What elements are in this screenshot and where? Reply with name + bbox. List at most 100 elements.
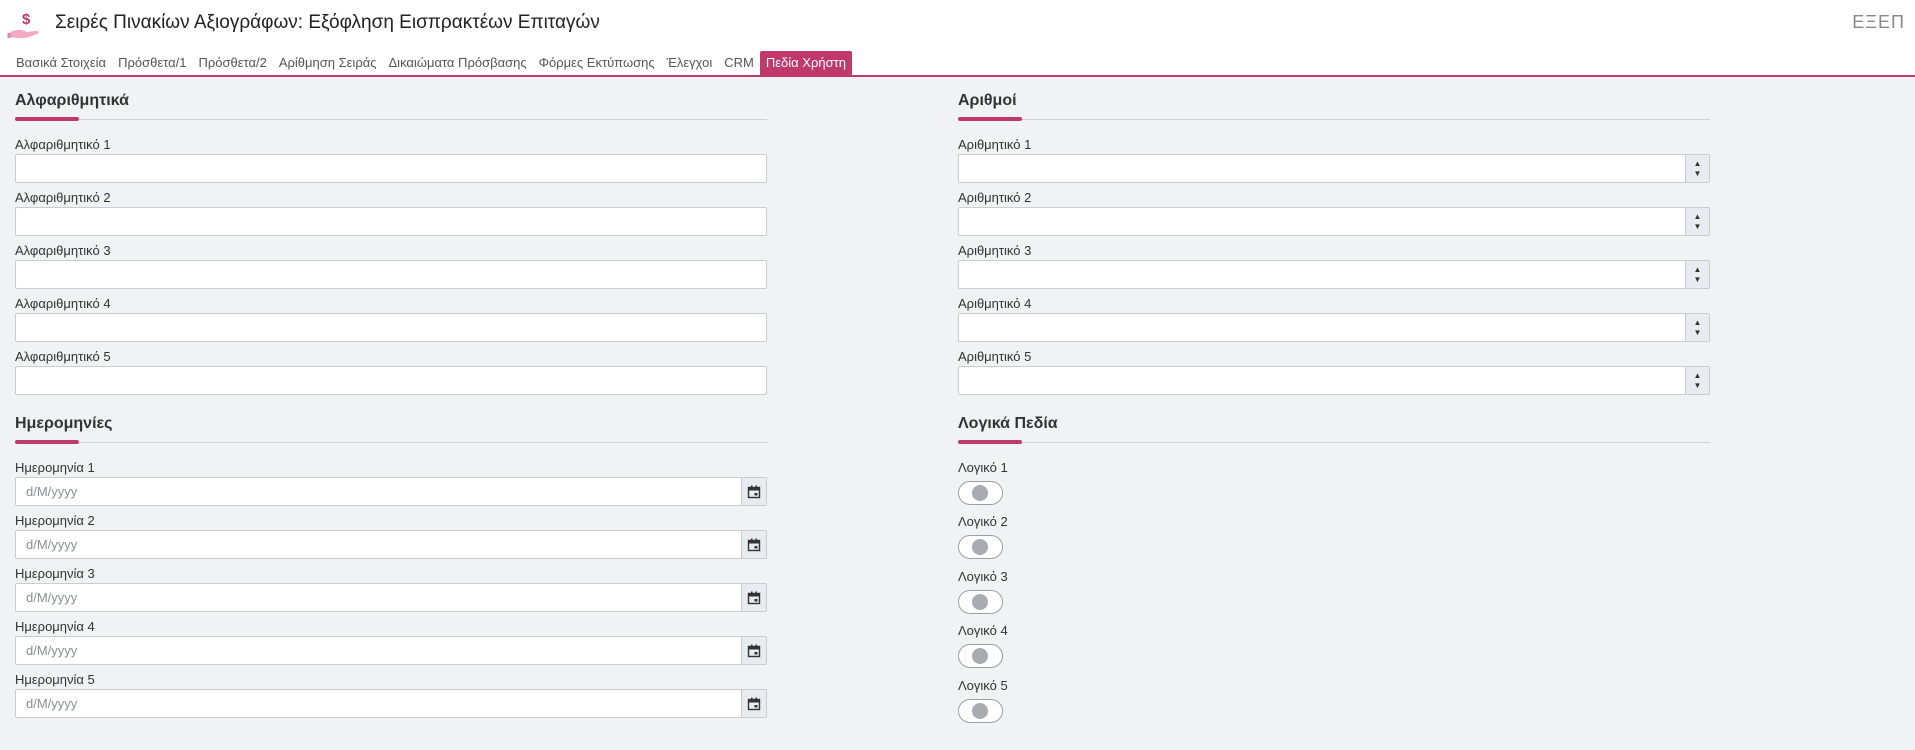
tab-checks[interactable]: Έλεγχοι — [661, 51, 719, 75]
date-placeholder: d/M/yyyy — [26, 590, 78, 605]
toggle-knob — [972, 648, 988, 664]
field-label: Λογικό 2 — [958, 514, 1008, 529]
alphanumeric-4-input[interactable] — [15, 313, 767, 342]
spinner: ▲ ▼ — [1685, 367, 1709, 394]
svg-text:$: $ — [22, 11, 31, 28]
calendar-icon[interactable] — [741, 690, 766, 717]
tab-series-numbering[interactable]: Αρίθμηση Σειράς — [273, 51, 383, 75]
field-label: Αριθμητικό 3 — [958, 243, 1032, 258]
alphanumeric-3-input[interactable] — [15, 260, 767, 289]
spin-down-icon[interactable]: ▼ — [1694, 169, 1702, 179]
tab-print-forms[interactable]: Φόρμες Εκτύπωσης — [533, 51, 661, 75]
numeric-1-input[interactable]: ▲ ▼ — [958, 154, 1710, 183]
field-label: Αριθμητικό 1 — [958, 137, 1032, 152]
toggle-knob — [972, 703, 988, 719]
toggle-knob — [972, 594, 988, 610]
field-label: Αλφαριθμητικό 3 — [15, 243, 111, 258]
spinner: ▲ ▼ — [1685, 314, 1709, 341]
toggle-knob — [972, 539, 988, 555]
spin-up-icon[interactable]: ▲ — [1694, 265, 1702, 275]
alphanumeric-field-4: Αλφαριθμητικό 4 — [15, 295, 767, 342]
numbers-section: Αριθμοί Αριθμητικό 1 ▲ ▼ Αριθμητικό 2 ▲ … — [958, 90, 1710, 395]
date-field-4: Ημερομηνία 4 d/M/yyyy — [15, 618, 767, 665]
field-label: Λογικό 3 — [958, 569, 1008, 584]
logical-3-toggle[interactable] — [958, 590, 1003, 614]
page-title: Σειρές Πινακίων Αξιογράφων: Εξόφληση Εισ… — [55, 12, 600, 33]
alphanumeric-field-5: Αλφαριθμητικό 5 — [15, 348, 767, 395]
date-1-input[interactable]: d/M/yyyy — [15, 477, 767, 506]
logical-4-toggle[interactable] — [958, 644, 1003, 668]
date-placeholder: d/M/yyyy — [26, 537, 78, 552]
numeric-2-input[interactable]: ▲ ▼ — [958, 207, 1710, 236]
field-label: Ημερομηνία 2 — [15, 513, 95, 528]
date-field-2: Ημερομηνία 2 d/M/yyyy — [15, 512, 767, 559]
spin-up-icon[interactable]: ▲ — [1694, 159, 1702, 169]
tab-crm[interactable]: CRM — [718, 51, 760, 75]
date-field-1: Ημερομηνία 1 d/M/yyyy — [15, 459, 767, 506]
date-placeholder: d/M/yyyy — [26, 696, 78, 711]
numeric-field-4: Αριθμητικό 4 ▲ ▼ — [958, 295, 1710, 342]
section-divider — [958, 440, 1710, 444]
field-label: Ημερομηνία 3 — [15, 566, 95, 581]
date-4-input[interactable]: d/M/yyyy — [15, 636, 767, 665]
logical-2-toggle[interactable] — [958, 535, 1003, 559]
spin-up-icon[interactable]: ▲ — [1694, 371, 1702, 381]
date-placeholder: d/M/yyyy — [26, 484, 78, 499]
alphanumeric-field-2: Αλφαριθμητικό 2 — [15, 189, 767, 236]
tab-additional-1[interactable]: Πρόσθετα/1 — [112, 51, 192, 75]
alphanumeric-5-input[interactable] — [15, 366, 767, 395]
top-bar: $ Σειρές Πινακίων Αξιογράφων: Εξόφληση Ε… — [0, 0, 1915, 48]
numeric-field-3: Αριθμητικό 3 ▲ ▼ — [958, 242, 1710, 289]
tab-access-rights[interactable]: Δικαιώματα Πρόσβασης — [383, 51, 533, 75]
logical-field-2: Λογικό 2 — [958, 513, 1158, 559]
logical-1-toggle[interactable] — [958, 481, 1003, 505]
section-title-numbers: Αριθμοί — [958, 92, 1017, 109]
spin-up-icon[interactable]: ▲ — [1694, 212, 1702, 222]
field-label: Αλφαριθμητικό 1 — [15, 137, 111, 152]
date-2-input[interactable]: d/M/yyyy — [15, 530, 767, 559]
logical-field-5: Λογικό 5 — [958, 677, 1158, 723]
numeric-3-input[interactable]: ▲ ▼ — [958, 260, 1710, 289]
field-label: Ημερομηνία 5 — [15, 672, 95, 687]
spinner: ▲ ▼ — [1685, 208, 1709, 235]
tab-additional-2[interactable]: Πρόσθετα/2 — [192, 51, 272, 75]
field-label: Αλφαριθμητικό 5 — [15, 349, 111, 364]
field-label: Ημερομηνία 4 — [15, 619, 95, 634]
field-label: Λογικό 4 — [958, 623, 1008, 638]
section-divider — [958, 117, 1710, 121]
alphanumeric-2-input[interactable] — [15, 207, 767, 236]
calendar-icon[interactable] — [741, 637, 766, 664]
numeric-5-input[interactable]: ▲ ▼ — [958, 366, 1710, 395]
numeric-field-1: Αριθμητικό 1 ▲ ▼ — [958, 136, 1710, 183]
numeric-4-input[interactable]: ▲ ▼ — [958, 313, 1710, 342]
tab-bar: Βασικά Στοιχεία Πρόσθετα/1 Πρόσθετα/2 Αρ… — [0, 48, 1915, 77]
logical-field-4: Λογικό 4 — [958, 622, 1158, 668]
spin-up-icon[interactable]: ▲ — [1694, 318, 1702, 328]
alphanumeric-section: Αλφαριθμητικά Αλφαριθμητικό 1 Αλφαριθμητ… — [15, 90, 767, 395]
field-label: Αλφαριθμητικό 2 — [15, 190, 111, 205]
logical-5-toggle[interactable] — [958, 699, 1003, 723]
spinner: ▲ ▼ — [1685, 155, 1709, 182]
date-field-5: Ημερομηνία 5 d/M/yyyy — [15, 671, 767, 718]
logical-field-1: Λογικό 1 — [958, 459, 1158, 505]
calendar-icon[interactable] — [741, 531, 766, 558]
numeric-field-2: Αριθμητικό 2 ▲ ▼ — [958, 189, 1710, 236]
tab-basic-info[interactable]: Βασικά Στοιχεία — [10, 51, 112, 75]
section-title-alphanumeric: Αλφαριθμητικά — [15, 92, 129, 109]
alphanumeric-1-input[interactable] — [15, 154, 767, 183]
date-5-input[interactable]: d/M/yyyy — [15, 689, 767, 718]
alphanumeric-field-1: Αλφαριθμητικό 1 — [15, 136, 767, 183]
calendar-icon[interactable] — [741, 478, 766, 505]
spin-down-icon[interactable]: ▼ — [1694, 381, 1702, 391]
section-title-logical: Λογικά Πεδία — [958, 415, 1058, 432]
section-divider — [15, 440, 767, 444]
field-label: Αριθμητικό 2 — [958, 190, 1032, 205]
spin-down-icon[interactable]: ▼ — [1694, 275, 1702, 285]
logical-field-3: Λογικό 3 — [958, 568, 1158, 614]
tab-user-fields[interactable]: Πεδία Χρήστη — [759, 51, 852, 75]
field-label: Λογικό 5 — [958, 678, 1008, 693]
date-3-input[interactable]: d/M/yyyy — [15, 583, 767, 612]
calendar-icon[interactable] — [741, 584, 766, 611]
spin-down-icon[interactable]: ▼ — [1694, 222, 1702, 232]
spin-down-icon[interactable]: ▼ — [1694, 328, 1702, 338]
